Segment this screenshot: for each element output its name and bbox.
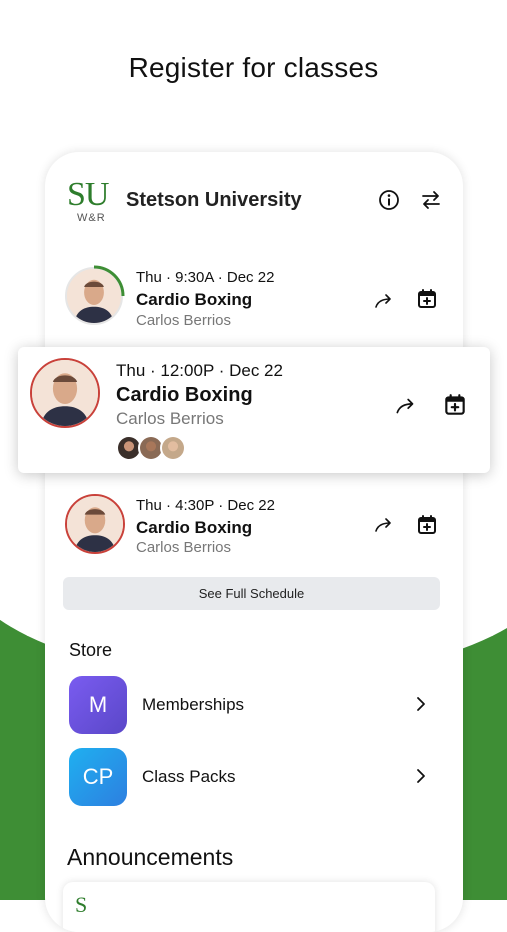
store-item-label: Memberships (142, 695, 245, 714)
chevron-right-icon (411, 694, 431, 714)
add-to-calendar-icon[interactable] (442, 392, 468, 418)
phone-screen: SU W&R Stetson University Thu · 9:30A · … (45, 152, 463, 932)
class-row[interactable]: Thu · 9:30A · Dec 22 Cardio Boxing Carlo… (45, 262, 463, 342)
class-title: Cardio Boxing (136, 518, 253, 537)
chevron-right-icon (411, 766, 431, 786)
class-row[interactable]: Thu · 4:30P · Dec 22 Cardio Boxing Carlo… (45, 488, 463, 568)
attendee-avatar (160, 435, 186, 461)
share-icon[interactable] (372, 513, 396, 537)
school-logo: SU W&R (65, 176, 117, 228)
logo-subtext: W&R (77, 212, 106, 224)
add-to-calendar-icon[interactable] (415, 513, 439, 537)
switch-icon[interactable] (419, 188, 443, 212)
memberships-icon: M (69, 676, 127, 734)
see-full-schedule-button[interactable]: See Full Schedule (63, 577, 440, 610)
logo-text: SU (67, 176, 109, 213)
class-title: Cardio Boxing (136, 290, 253, 309)
announcements-title: Announcements (67, 844, 234, 870)
instructor-avatar (65, 494, 125, 554)
announcement-card[interactable]: S (63, 882, 435, 932)
store-title: Store (69, 640, 113, 660)
app-header: SU W&R Stetson University (65, 176, 443, 228)
class-card-highlighted[interactable]: Thu · 12:00P · Dec 22 Cardio Boxing Carl… (18, 347, 490, 473)
announcement-logo: S (75, 892, 88, 917)
progress-ring (93, 265, 125, 297)
info-icon[interactable] (377, 188, 401, 212)
share-icon[interactable] (393, 393, 419, 419)
store-item-memberships[interactable]: M Memberships (69, 676, 439, 736)
school-name: Stetson University (126, 189, 302, 211)
store-item-label: Class Packs (142, 767, 236, 786)
instructor-avatar (30, 358, 100, 428)
class-packs-icon: CP (69, 748, 127, 806)
headline: Register for classes (128, 52, 379, 83)
class-time: Thu · 4:30P · Dec 22 (136, 497, 275, 514)
store-item-class-packs[interactable]: CP Class Packs (69, 748, 439, 808)
class-title: Cardio Boxing (116, 384, 253, 406)
class-time: Thu · 9:30A · Dec 22 (136, 269, 275, 286)
class-instructor: Carlos Berrios (136, 539, 232, 556)
share-icon[interactable] (372, 289, 396, 313)
class-instructor: Carlos Berrios (136, 312, 232, 329)
add-to-calendar-icon[interactable] (415, 287, 439, 311)
class-time: Thu · 12:00P · Dec 22 (116, 361, 283, 380)
class-instructor: Carlos Berrios (116, 409, 224, 428)
